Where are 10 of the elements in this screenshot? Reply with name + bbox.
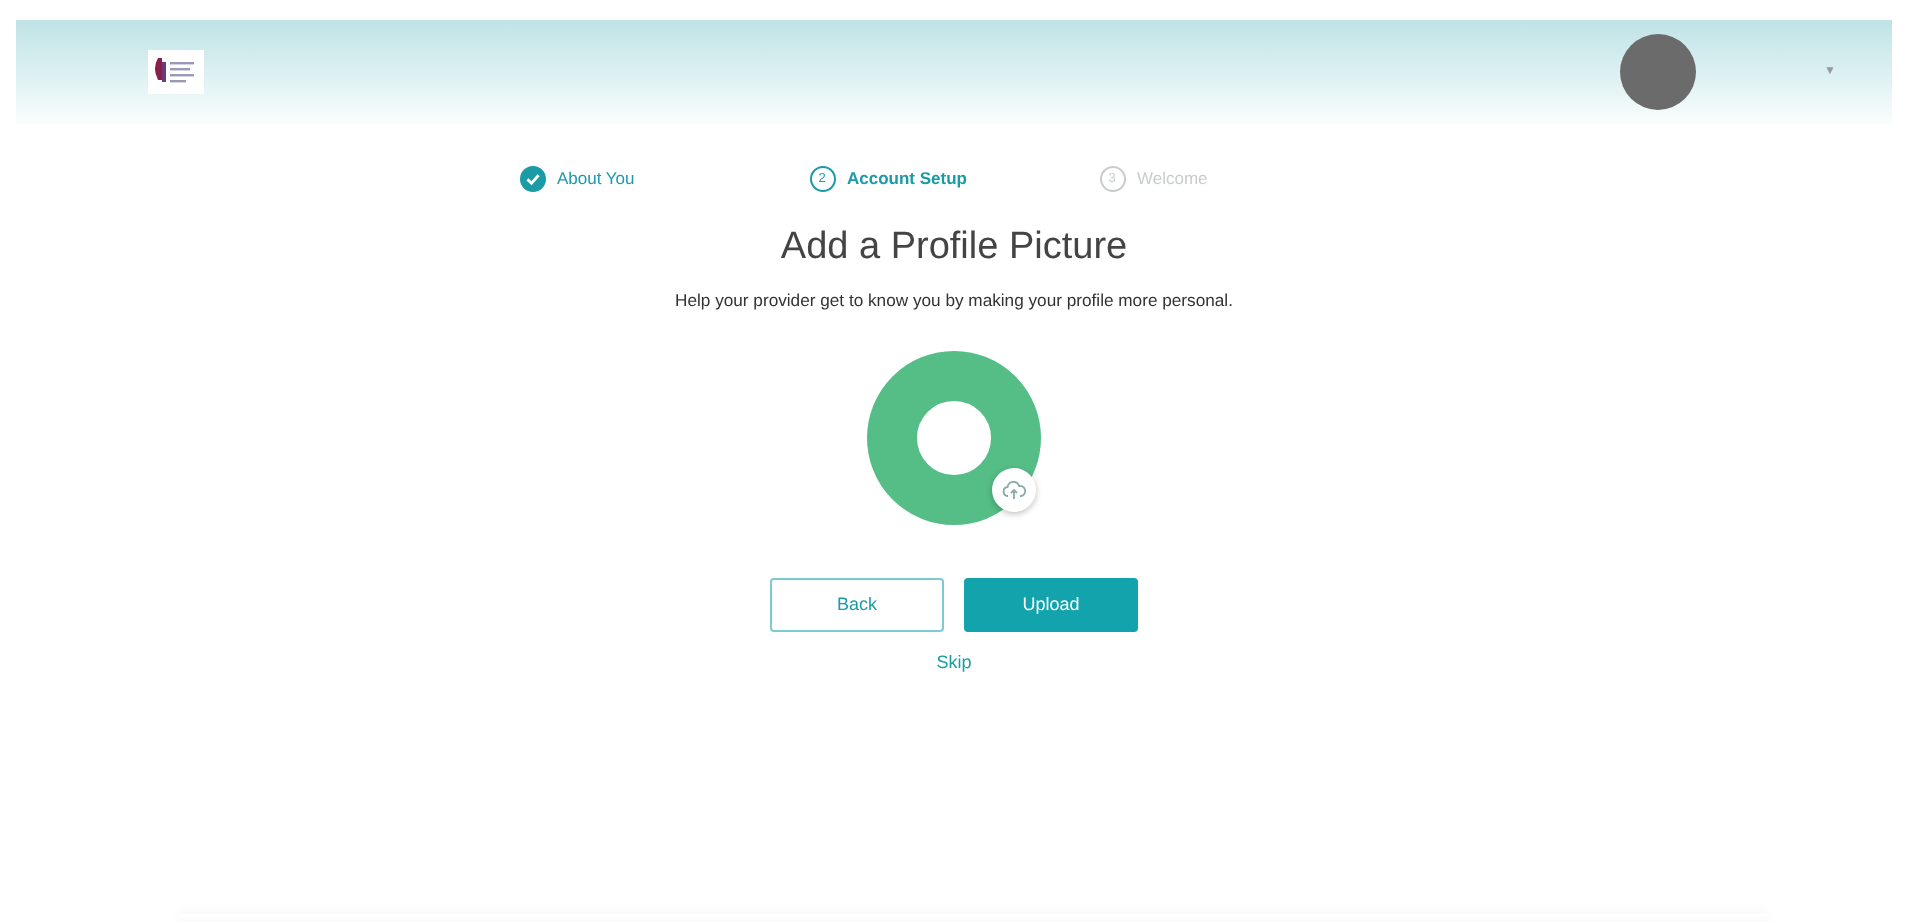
upload-button[interactable]: Upload: [964, 577, 1138, 632]
avatar[interactable]: [1620, 34, 1697, 110]
subtitle: Help your provider get to know you by making your profile more personal.: [673, 288, 1235, 314]
step-label: About You: [557, 166, 635, 192]
page-title: Add a Profile Picture: [778, 228, 1130, 266]
profile-placeholder-icon: [866, 349, 1042, 526]
skip-link[interactable]: Skip: [924, 649, 984, 677]
logo-icon: [148, 50, 204, 94]
back-button[interactable]: Back: [770, 577, 944, 632]
step-label: Account Setup: [847, 166, 967, 192]
